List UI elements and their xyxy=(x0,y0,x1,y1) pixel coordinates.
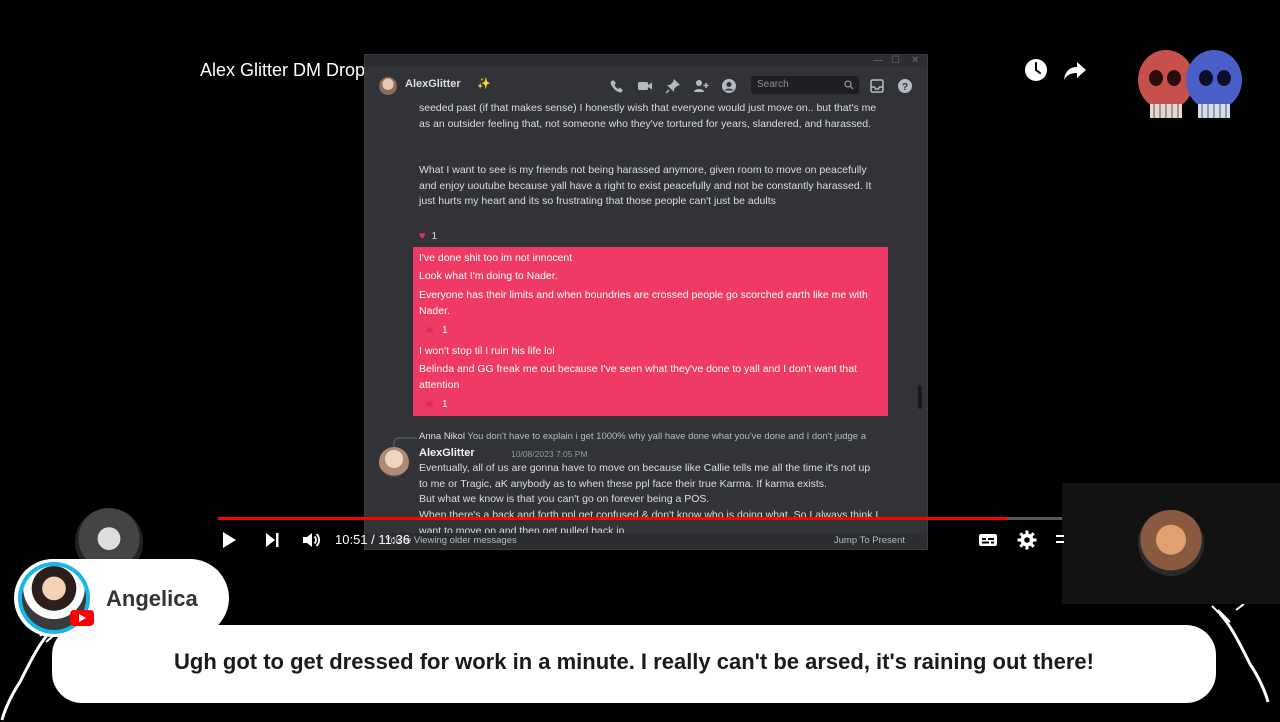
highlighted-messages: I've done shit too im not innocent Look … xyxy=(413,247,888,416)
scrollbar-thumb[interactable] xyxy=(918,385,922,409)
reaction-skull[interactable]: ☠ 1 xyxy=(425,325,448,336)
channel-logo-skulls-icon xyxy=(1138,50,1242,118)
heart-icon: ♥ xyxy=(419,230,426,242)
highlight-line: I've done shit too im not innocent xyxy=(419,252,573,264)
user-profile-icon[interactable] xyxy=(721,78,737,94)
progress-fill xyxy=(218,517,1008,520)
video-call-icon[interactable] xyxy=(637,78,653,94)
right-streamer-avatar xyxy=(1138,510,1204,576)
reaction-heart[interactable]: ♥ 1 xyxy=(419,229,437,243)
voice-call-icon[interactable] xyxy=(609,78,625,94)
time-current: 10:51 xyxy=(335,532,368,547)
older-messages-bar: You're Viewing older messages Jump To Pr… xyxy=(365,533,927,549)
sparkle-icon: ✨ xyxy=(477,78,491,90)
settings-gear-icon[interactable] xyxy=(1016,529,1038,551)
inbox-icon[interactable] xyxy=(869,78,885,94)
reaction-skull[interactable]: ☠ 1 xyxy=(425,399,448,410)
message-text: What I want to see is my friends not bei… xyxy=(419,164,872,208)
discord-window: — ☐ ✕ AlexGlitter ✨ Search ? seeded past… xyxy=(364,54,928,550)
miniplayer-icon[interactable] xyxy=(1054,529,1064,551)
reaction-count: 1 xyxy=(441,399,448,410)
chat-message-text: Ugh got to get dressed for work in a min… xyxy=(174,649,1094,674)
close-icon[interactable]: ✕ xyxy=(911,55,919,66)
highlight-line: Belinda and GG freak me out because I've… xyxy=(419,363,857,391)
pinned-messages-icon[interactable] xyxy=(665,78,681,94)
message-text: seeded past (if that makes sense) I hone… xyxy=(419,102,877,130)
message-author[interactable]: AlexGlitter xyxy=(419,447,475,459)
help-icon[interactable]: ? xyxy=(897,78,913,94)
jump-to-present-button[interactable]: Jump To Present xyxy=(834,535,905,546)
reply-text: You don't have to explain i get 1000% wh… xyxy=(467,431,866,442)
youtube-icon xyxy=(70,610,94,626)
highlight-line: I won't stop til I ruin his life lol xyxy=(419,345,555,357)
search-icon xyxy=(844,80,854,90)
add-friend-icon[interactable] xyxy=(693,78,709,94)
chat-message-bubble: Ugh got to get dressed for work in a min… xyxy=(52,625,1216,703)
dm-header: AlexGlitter ✨ Search ? xyxy=(365,71,927,101)
watch-later-icon[interactable] xyxy=(1023,57,1049,83)
time-total: 11:36 xyxy=(378,532,410,547)
reaction-count: 1 xyxy=(431,230,438,242)
chat-username: Angelica xyxy=(106,586,198,611)
dm-channel-name: AlexGlitter xyxy=(405,78,461,90)
volume-icon[interactable] xyxy=(300,529,322,551)
message-text: Eventually, all of us are gonna have to … xyxy=(419,462,871,490)
search-input[interactable]: Search xyxy=(751,76,859,94)
video-title[interactable]: Alex Glitter DM Drop 01 xyxy=(200,60,390,81)
svg-text:?: ? xyxy=(902,82,908,93)
search-placeholder: Search xyxy=(757,79,789,90)
reply-reference[interactable]: Anna Nikol You don't have to explain i g… xyxy=(419,431,866,442)
minimize-icon[interactable]: — xyxy=(873,55,883,66)
dm-avatar[interactable] xyxy=(379,77,397,95)
message-text: But what we know is that you can't go on… xyxy=(419,493,710,505)
time-separator: / xyxy=(367,532,379,547)
skull-icon: ☠ xyxy=(425,399,434,410)
reaction-count: 1 xyxy=(441,325,448,336)
message-author-avatar[interactable] xyxy=(379,447,409,477)
play-icon[interactable] xyxy=(218,529,240,551)
subtitles-icon[interactable] xyxy=(977,529,999,551)
maximize-icon[interactable]: ☐ xyxy=(891,55,900,66)
reply-author: Anna Nikol xyxy=(419,431,465,442)
share-icon[interactable] xyxy=(1062,57,1088,83)
next-icon[interactable] xyxy=(261,529,283,551)
skull-icon: ☠ xyxy=(425,325,434,336)
right-hand-decoration-icon xyxy=(1211,604,1270,703)
highlight-line: Look what I'm doing to Nader. xyxy=(419,270,558,282)
progress-bar[interactable] xyxy=(218,517,1062,520)
highlight-line: Everyone has their limits and when bound… xyxy=(419,289,868,317)
window-titlebar: — ☐ ✕ xyxy=(365,55,927,67)
left-hand-decoration-icon xyxy=(0,623,59,721)
time-display: 10:51 / 11:36 xyxy=(335,532,410,547)
message-timestamp: 10/08/2023 7:05 PM xyxy=(511,449,588,459)
